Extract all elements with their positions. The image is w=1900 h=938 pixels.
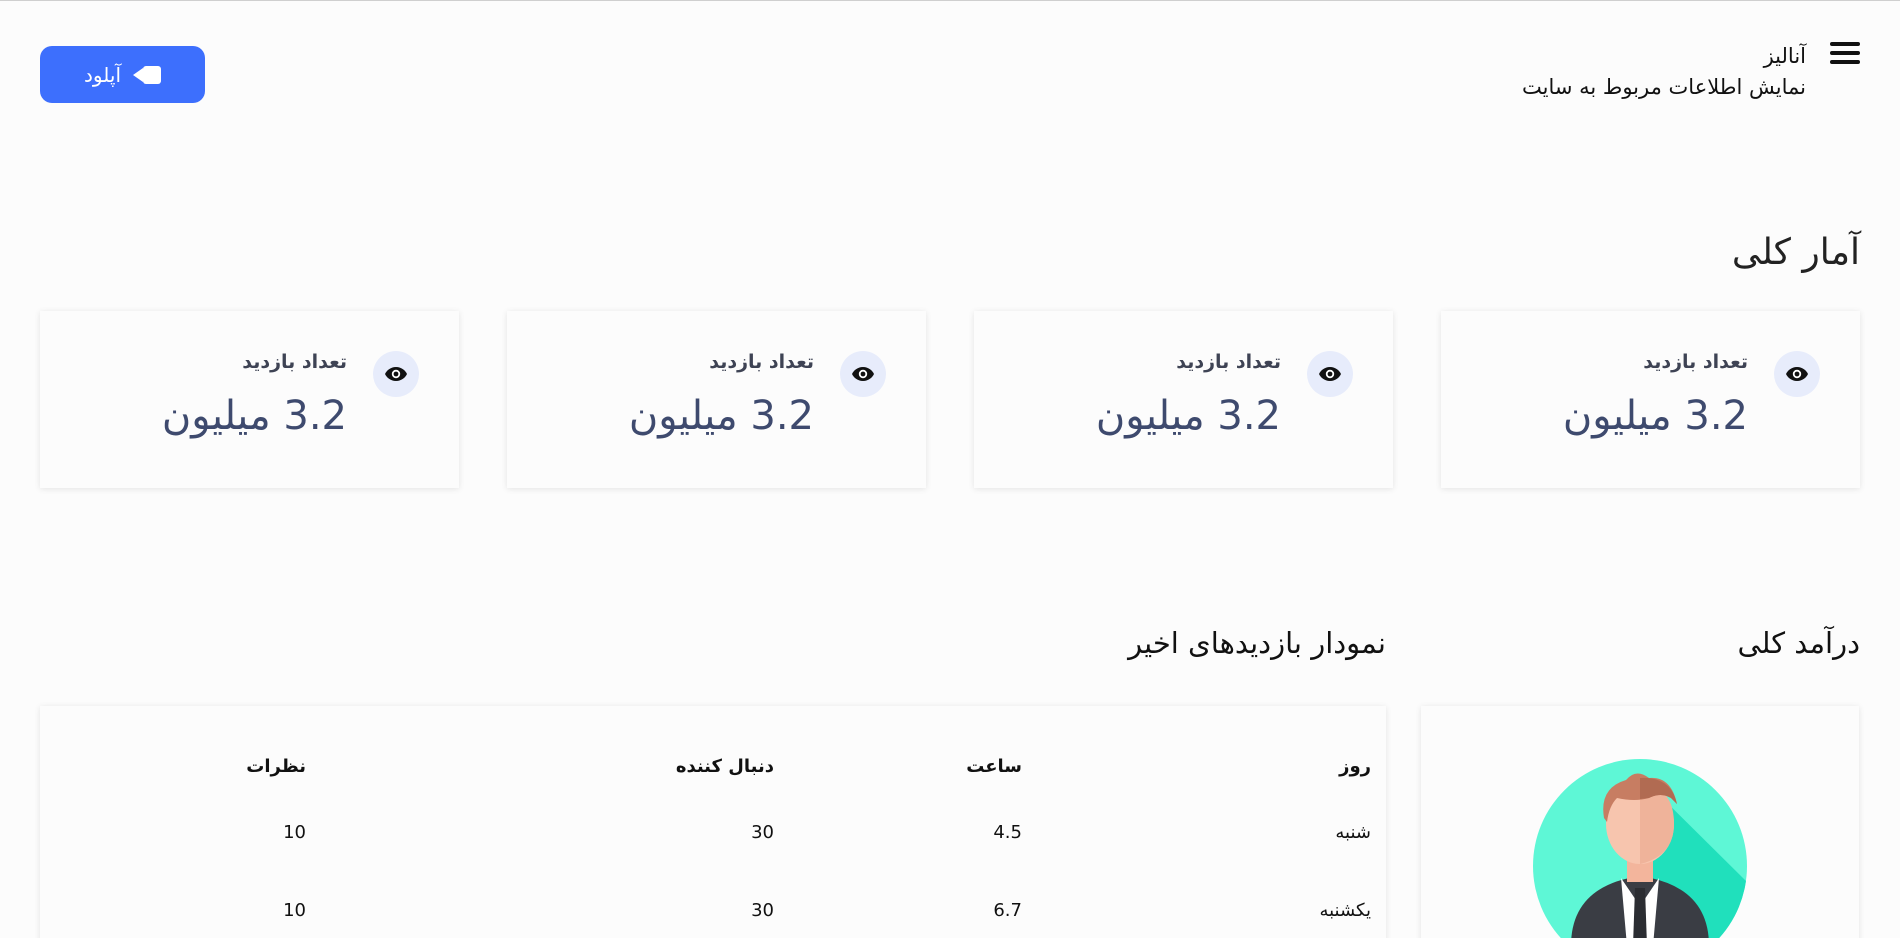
column-header-comments: نظرات	[246, 756, 306, 777]
stat-label: تعداد بازدید	[1176, 351, 1281, 373]
stat-value: 3.2 میلیون	[1562, 393, 1748, 439]
stat-cards: تعداد بازدید 3.2 میلیون تعداد بازدید 3.2…	[40, 311, 1860, 488]
window-top-border	[0, 0, 1900, 1]
table-cell: 10	[283, 822, 306, 843]
column-header-hours: ساعت	[966, 756, 1022, 777]
table-cell: شنبه	[1335, 822, 1371, 843]
stat-label: تعداد بازدید	[242, 351, 347, 373]
table-cell: یکشنبه	[1319, 900, 1371, 921]
user-avatar	[1533, 759, 1747, 938]
eye-icon	[1307, 351, 1353, 397]
stat-card: تعداد بازدید 3.2 میلیون	[507, 311, 926, 488]
eye-icon	[1774, 351, 1820, 397]
income-title: درآمد کلی	[1737, 626, 1860, 660]
stat-value: 3.2 میلیون	[161, 393, 347, 439]
menu-icon[interactable]	[1830, 42, 1860, 66]
stat-card: تعداد بازدید 3.2 میلیون	[1441, 311, 1860, 488]
income-card	[1421, 706, 1859, 938]
video-camera-icon	[133, 65, 161, 84]
page-subtitle: نمایش اطلاعات مربوط به سایت	[1522, 75, 1806, 99]
upload-button[interactable]: آپلود	[40, 46, 205, 103]
recent-visits-title: نمودار بازدیدهای اخیر	[1128, 626, 1386, 660]
overview-title: آمار کلی	[1731, 232, 1860, 273]
eye-icon	[840, 351, 886, 397]
column-header-day: روز	[1339, 756, 1371, 777]
table-cell: 4.5	[993, 822, 1022, 843]
page-header: آنالیز نمایش اطلاعات مربوط به سایت	[1522, 42, 1806, 104]
page-title: آنالیز	[1763, 44, 1806, 68]
eye-icon	[373, 351, 419, 397]
stat-label: تعداد بازدید	[1643, 351, 1748, 373]
stat-value: 3.2 میلیون	[628, 393, 814, 439]
table-cell: 30	[751, 900, 774, 921]
stat-card: تعداد بازدید 3.2 میلیون	[974, 311, 1393, 488]
upload-button-label: آپلود	[84, 62, 121, 87]
table-cell: 30	[751, 822, 774, 843]
column-header-followers: دنبال کننده	[675, 756, 774, 777]
stat-card: تعداد بازدید 3.2 میلیون	[40, 311, 459, 488]
stat-label: تعداد بازدید	[709, 351, 814, 373]
recent-visits-table: روز ساعت دنبال کننده نظرات شنبه 4.5 30 1…	[40, 706, 1386, 938]
table-cell: 10	[283, 900, 306, 921]
stat-value: 3.2 میلیون	[1095, 393, 1281, 439]
table-cell: 6.7	[993, 900, 1022, 921]
